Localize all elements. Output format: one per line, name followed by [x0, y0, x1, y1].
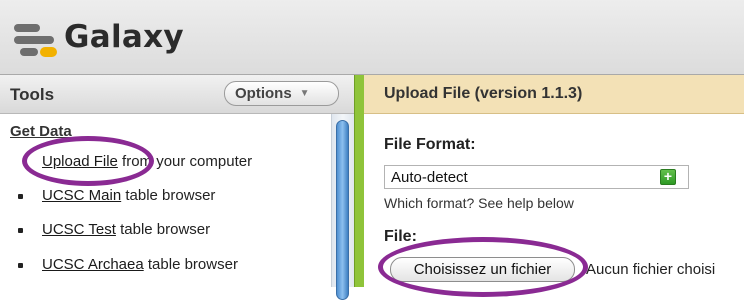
- add-icon[interactable]: +: [660, 169, 676, 185]
- app-name[interactable]: Galaxy: [64, 19, 184, 55]
- chevron-down-icon: ▼: [299, 88, 310, 99]
- tool-link-upload-file[interactable]: Upload File: [42, 153, 118, 170]
- scrollbar-thumb[interactable]: [336, 120, 349, 300]
- file-format-label: File Format:: [384, 136, 476, 153]
- bullet-icon: [18, 228, 23, 233]
- tool-link-ucsc-archaea[interactable]: UCSC Archaea: [42, 256, 144, 273]
- tool-link-ucsc-main[interactable]: UCSC Main: [42, 187, 121, 204]
- no-file-chosen-text: Aucun fichier choisi: [586, 261, 716, 278]
- section-title-get-data[interactable]: Get Data: [10, 123, 72, 140]
- file-format-select[interactable]: Auto-detect +: [384, 165, 689, 189]
- file-label: File:: [384, 228, 417, 245]
- tools-panel-title: Tools: [10, 85, 55, 104]
- tool-form: File Format: Auto-detect + Which format?…: [364, 114, 744, 287]
- file-format-help: Which format? See help below: [384, 195, 574, 211]
- tool-description: from your computer: [122, 153, 253, 170]
- panel-divider[interactable]: [354, 75, 364, 287]
- tool-description: table browser: [125, 187, 216, 204]
- options-button[interactable]: Options ▼: [224, 81, 339, 106]
- bullet-icon: [18, 263, 23, 268]
- galaxy-logo-icon[interactable]: [14, 22, 58, 58]
- tool-link-ucsc-test[interactable]: UCSC Test: [42, 221, 116, 238]
- masthead: Galaxy: [0, 0, 744, 75]
- tool-description: table browser: [147, 256, 238, 273]
- tools-scrollbar[interactable]: [331, 114, 354, 300]
- tool-form-title: Upload File (version 1.1.3): [384, 85, 583, 102]
- tool-form-header: Upload File (version 1.1.3): [364, 75, 744, 114]
- choose-file-button[interactable]: Choisissez un fichier: [390, 257, 575, 282]
- tools-panel-header: Tools Options ▼: [0, 75, 354, 114]
- tools-panel: Get Data Upload File from your computer …: [0, 114, 354, 287]
- tool-description: table browser: [120, 221, 211, 238]
- file-format-value: Auto-detect: [391, 169, 468, 186]
- options-button-label: Options: [235, 85, 292, 102]
- bullet-icon: [18, 194, 23, 199]
